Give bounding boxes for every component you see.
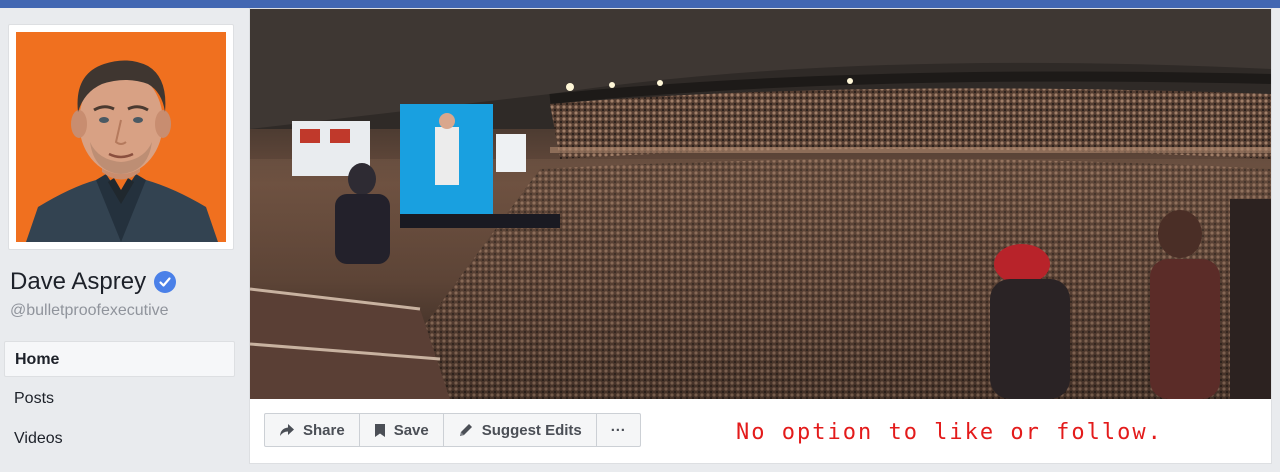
nav-item-videos[interactable]: Videos <box>4 421 235 457</box>
page-action-bar: Share Save Suggest Edits ··· <box>264 413 641 447</box>
save-label: Save <box>393 421 429 439</box>
bookmark-icon <box>374 423 385 437</box>
checkmark-icon <box>159 277 171 287</box>
top-brand-bar <box>0 0 1280 8</box>
suggest-edits-button[interactable]: Suggest Edits <box>442 413 597 447</box>
person-portrait-icon <box>16 32 226 242</box>
suggest-edits-label: Suggest Edits <box>481 421 582 439</box>
annotation-text: No option to like or follow. <box>736 420 1163 445</box>
profile-picture <box>16 32 226 242</box>
save-button[interactable]: Save <box>358 413 444 447</box>
profile-picture-frame[interactable] <box>8 24 234 250</box>
page-nav: Home Posts Videos <box>4 341 235 461</box>
nav-item-posts[interactable]: Posts <box>4 381 235 417</box>
share-label: Share <box>303 421 345 439</box>
cover-card: Share Save Suggest Edits ··· No option t… <box>249 8 1272 464</box>
share-button[interactable]: Share <box>264 413 360 447</box>
arena-crowd-image <box>250 9 1271 399</box>
page-name-text[interactable]: Dave Asprey <box>10 268 146 296</box>
nav-item-home[interactable]: Home <box>4 341 235 377</box>
more-icon: ··· <box>610 421 626 439</box>
more-options-button[interactable]: ··· <box>595 413 641 447</box>
verified-badge-icon <box>154 271 177 293</box>
page-name[interactable]: Dave Asprey <box>10 268 177 296</box>
share-arrow-icon <box>280 424 294 436</box>
cover-photo[interactable] <box>250 9 1271 399</box>
page-username[interactable]: @bulletproofexecutive <box>10 302 169 320</box>
pencil-icon <box>459 424 472 436</box>
